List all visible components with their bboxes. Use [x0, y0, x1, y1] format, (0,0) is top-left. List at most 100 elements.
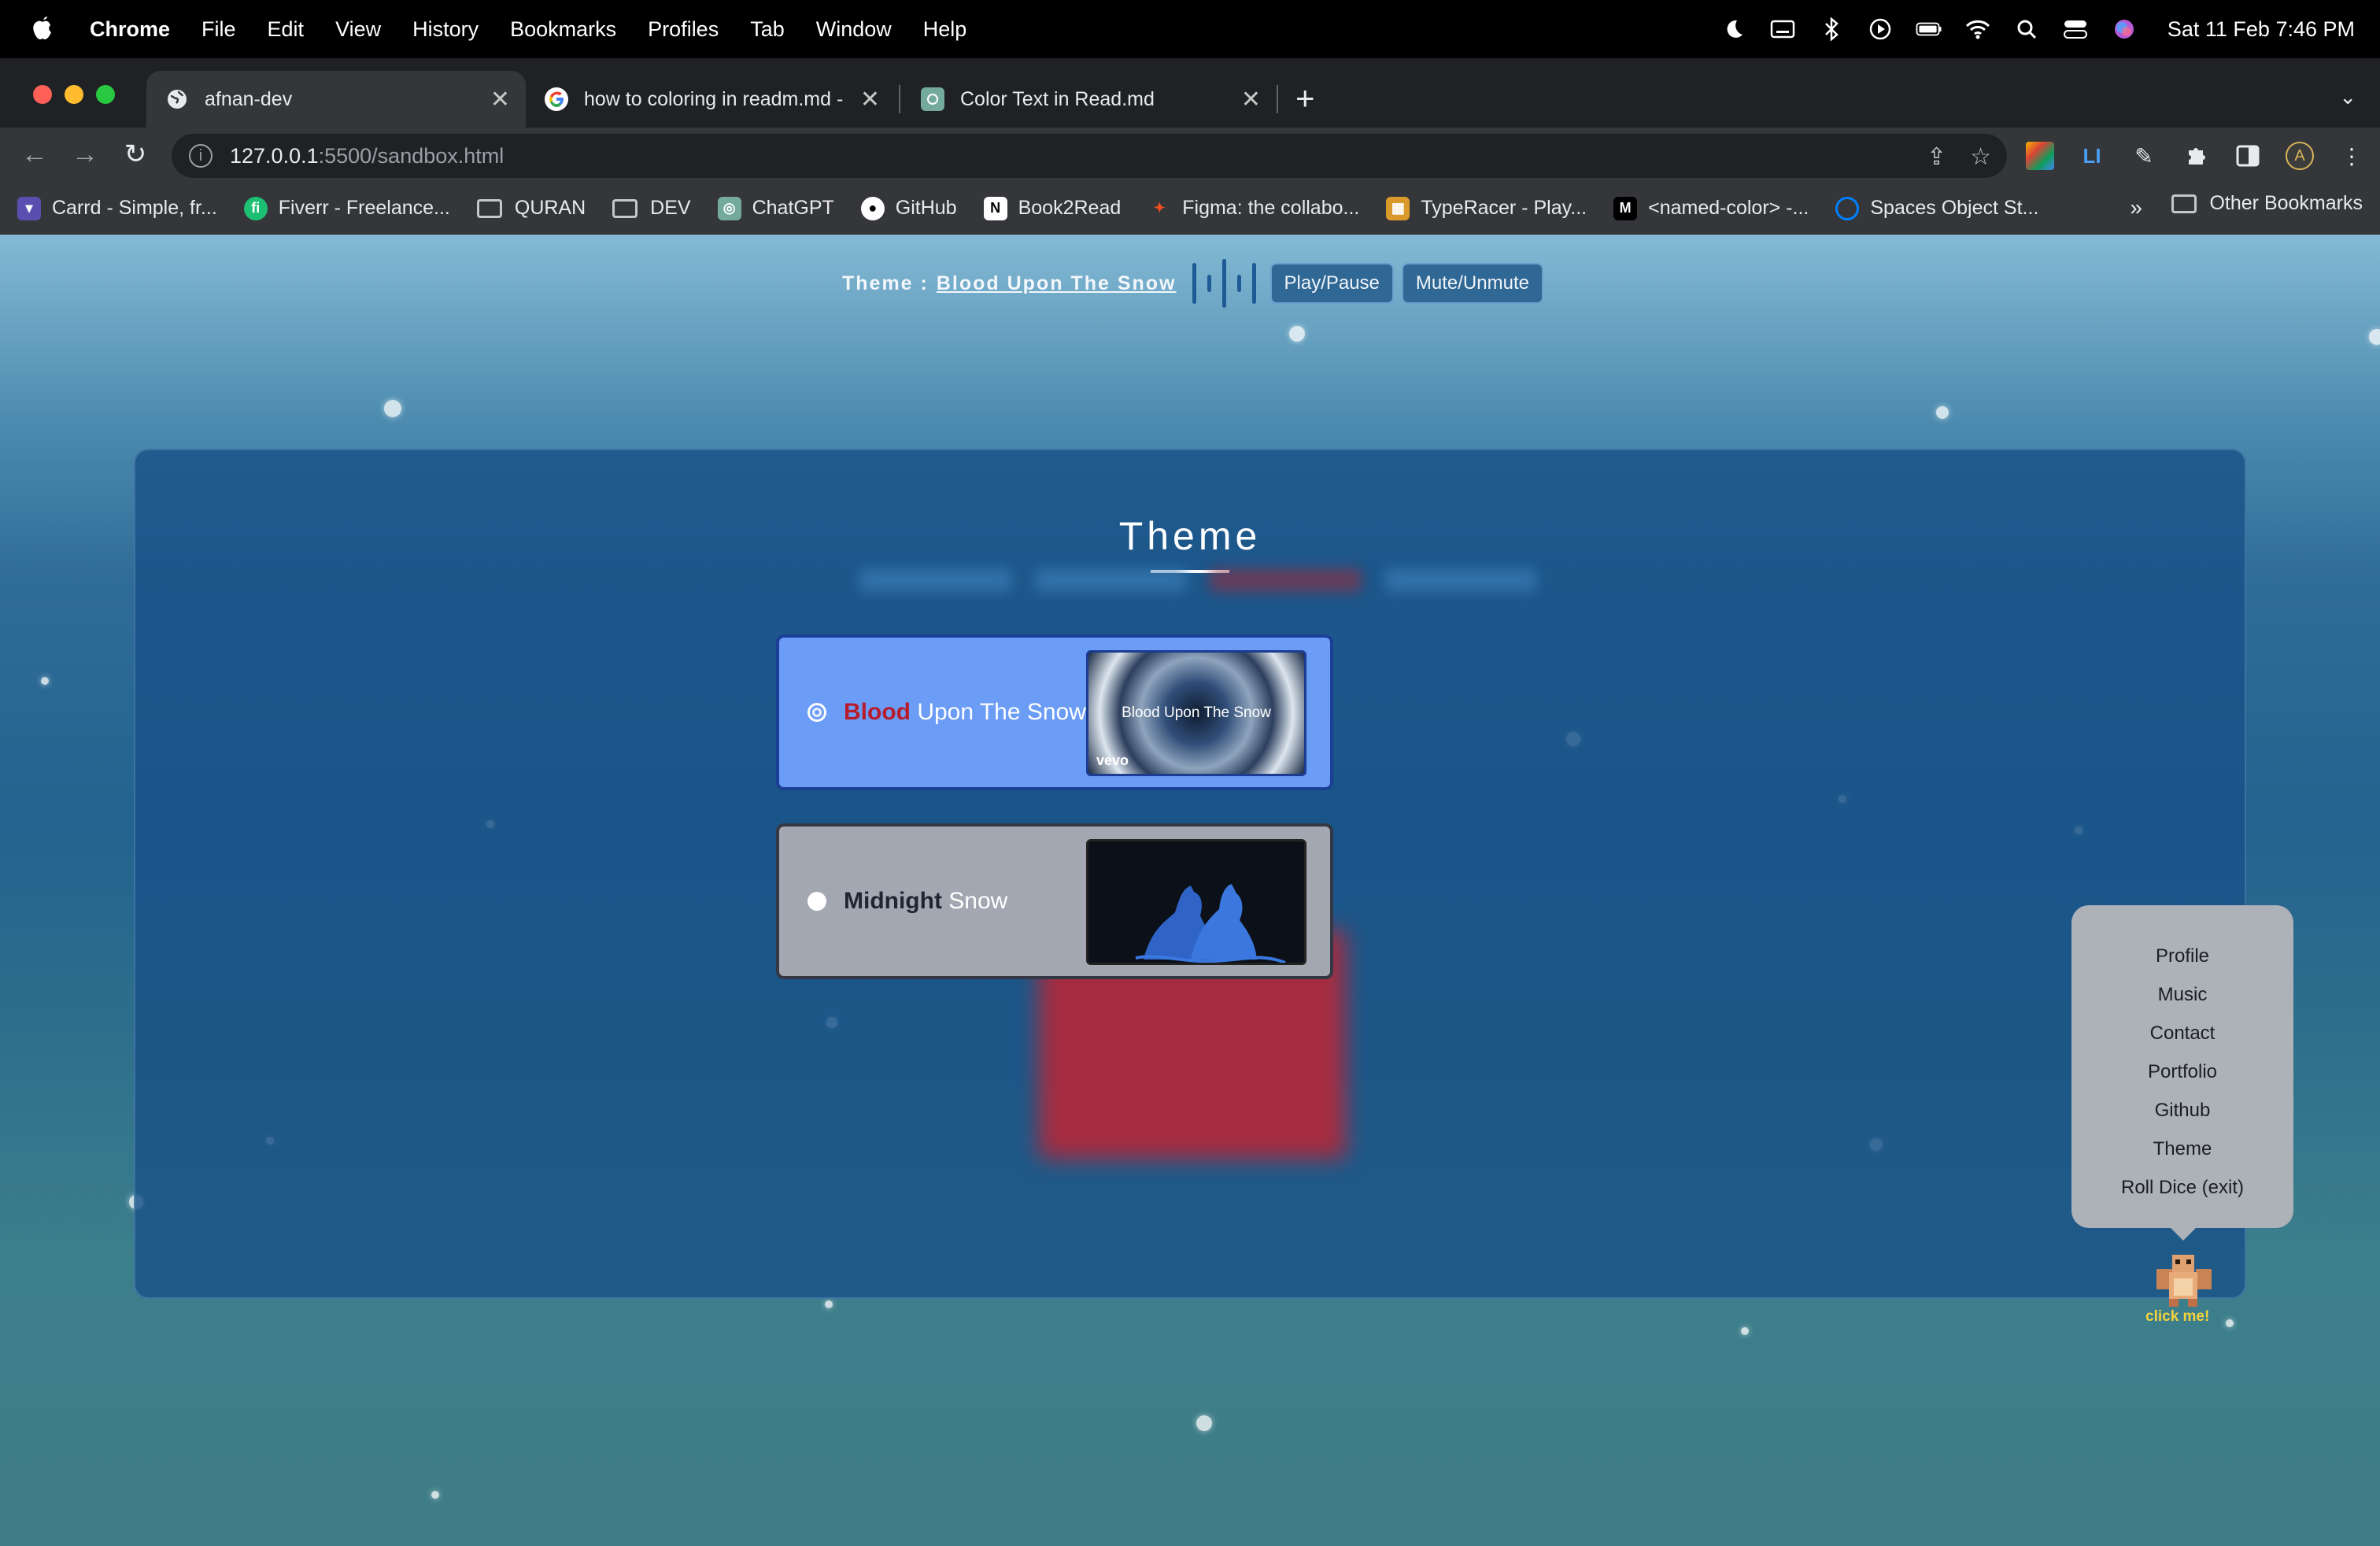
click-me-label[interactable]: click me! — [2145, 1308, 2209, 1326]
chatgpt-icon: ◎ — [717, 196, 741, 220]
dragon-mascot-icon[interactable] — [2149, 1250, 2219, 1313]
profile-avatar-icon[interactable]: A — [2286, 142, 2314, 170]
option-label: Blood Upon The Snow — [844, 699, 1086, 725]
play-circle-icon[interactable] — [1867, 16, 1894, 43]
menu-link-github[interactable]: Github — [2071, 1091, 2293, 1130]
globe-icon — [165, 87, 189, 111]
keyboard-icon[interactable] — [1769, 16, 1796, 43]
bookmark-figma[interactable]: ✦ Figma: the collabo... — [1148, 197, 1360, 220]
tab-search-chevron-icon[interactable]: ⌄ — [2339, 85, 2356, 109]
tab-afnan-dev[interactable]: afnan-dev ✕ — [146, 71, 526, 128]
blurred-tab — [1384, 568, 1536, 592]
close-tab-icon[interactable]: ✕ — [1241, 86, 1261, 113]
bluetooth-icon[interactable] — [1818, 16, 1845, 43]
mute-unmute-button[interactable]: Mute/Unmute — [1401, 263, 1543, 304]
browser-window: afnan-dev ✕ how to coloring in readm.md … — [0, 58, 2380, 235]
maximize-window-button[interactable] — [96, 85, 115, 104]
forward-arrow-icon[interactable]: → — [69, 139, 101, 170]
side-panel-icon[interactable] — [2234, 142, 2262, 170]
new-tab-icon[interactable]: + — [1295, 82, 1315, 115]
radio-button-selected[interactable] — [808, 703, 826, 722]
browser-toolbar: ← → ↻ i 127.0.0.1:5500/sandbox.html ⇪ ☆ … — [0, 128, 2380, 183]
bookmark-spaces[interactable]: Spaces Object St... — [1835, 196, 2038, 220]
audio-bar — [1207, 275, 1211, 292]
linkedin-extension-icon[interactable]: LI — [2078, 142, 2106, 170]
close-tab-icon[interactable]: ✕ — [860, 86, 880, 113]
control-center-icon[interactable] — [2062, 16, 2089, 43]
radio-button[interactable] — [808, 892, 826, 911]
menu-profiles[interactable]: Profiles — [632, 17, 734, 42]
menu-link-roll-dice[interactable]: Roll Dice (exit) — [2071, 1168, 2293, 1207]
bookmark-github[interactable]: ● GitHub — [860, 196, 957, 220]
snowflake — [431, 1491, 439, 1499]
bookmark-book2read[interactable]: N Book2Read — [983, 196, 1121, 220]
snowflake — [41, 677, 49, 685]
other-bookmarks[interactable]: Other Bookmarks — [2171, 192, 2363, 215]
address-bar[interactable]: i 127.0.0.1:5500/sandbox.html ⇪ ☆ — [172, 134, 2007, 178]
menu-file[interactable]: File — [186, 17, 252, 42]
reload-icon[interactable]: ↻ — [120, 139, 151, 170]
kebab-menu-icon[interactable]: ⋮ — [2338, 142, 2366, 170]
midnight-snow-thumbnail — [1086, 839, 1306, 965]
bookmarks-overflow-button[interactable]: » — [2130, 195, 2142, 220]
bookmark-mdn[interactable]: M <named-color> -... — [1613, 196, 1809, 220]
tab-how-to-coloring[interactable]: how to coloring in readm.md - ✕ — [526, 71, 896, 128]
site-info-icon[interactable]: i — [189, 144, 213, 168]
moon-icon[interactable] — [1720, 16, 1747, 43]
pen-extension-icon[interactable]: ✎ — [2130, 142, 2158, 170]
snowflake — [1741, 1327, 1749, 1335]
wifi-icon[interactable] — [1964, 16, 1991, 43]
menu-edit[interactable]: Edit — [252, 17, 320, 42]
menu-help[interactable]: Help — [907, 17, 983, 42]
bookmark-carrd[interactable]: ▾ Carrd - Simple, fr... — [17, 196, 217, 220]
share-icon[interactable]: ⇪ — [1927, 143, 1946, 171]
chatgpt-icon — [921, 87, 944, 111]
bookmark-folder-dev[interactable]: DEV — [612, 197, 691, 220]
option-label: Midnight Snow — [844, 888, 1008, 914]
bookmarks-bar: ▾ Carrd - Simple, fr... fi Fiverr - Freela… — [0, 183, 2380, 235]
close-window-button[interactable] — [33, 85, 52, 104]
theme-option-midnight-snow[interactable]: Midnight Snow — [776, 823, 1333, 979]
folder-icon — [476, 198, 502, 218]
bookmark-typeracer[interactable]: ▦ TypeRacer - Play... — [1386, 196, 1587, 220]
play-pause-button[interactable]: Play/Pause — [1269, 263, 1394, 304]
menu-link-music[interactable]: Music — [2071, 975, 2293, 1014]
bookmark-star-icon[interactable]: ☆ — [1970, 143, 1991, 171]
blood-upon-the-snow-thumbnail: Blood Upon The Snow vevo — [1086, 650, 1306, 776]
fiverr-icon: fi — [243, 196, 268, 220]
apple-icon[interactable] — [28, 15, 57, 43]
bookmark-folder-quran[interactable]: QURAN — [476, 197, 586, 220]
menu-link-profile[interactable]: Profile — [2071, 937, 2293, 975]
carrd-icon: ▾ — [17, 196, 41, 220]
bookmark-fiverr[interactable]: fi Fiverr - Freelance... — [243, 196, 450, 220]
minimize-window-button[interactable] — [65, 85, 83, 104]
color-picker-extension-icon[interactable] — [2026, 142, 2054, 170]
theme-option-blood-upon-the-snow[interactable]: Blood Upon The Snow Blood Upon The Snow … — [776, 634, 1333, 790]
url-text[interactable]: 127.0.0.1:5500/sandbox.html — [230, 144, 504, 168]
theme-audio-bar: Theme : Blood Upon The Snow Play/Pause M… — [842, 258, 1551, 309]
menu-link-contact[interactable]: Contact — [2071, 1014, 2293, 1052]
close-tab-icon[interactable]: ✕ — [490, 86, 510, 113]
tab-title: afnan-dev — [205, 87, 293, 110]
bookmark-chatgpt[interactable]: ◎ ChatGPT — [717, 196, 834, 220]
tab-color-text[interactable]: Color Text in Read.md ✕ — [902, 71, 1277, 128]
menu-link-portfolio[interactable]: Portfolio — [2071, 1052, 2293, 1091]
snowflake — [2369, 329, 2380, 345]
puzzle-icon[interactable] — [2182, 142, 2210, 170]
battery-icon[interactable] — [1916, 16, 1942, 43]
menu-tab[interactable]: Tab — [734, 17, 800, 42]
current-theme-link[interactable]: Blood Upon The Snow — [937, 272, 1177, 295]
back-arrow-icon[interactable]: ← — [19, 139, 50, 170]
menu-app-chrome[interactable]: Chrome — [76, 17, 186, 42]
siri-icon[interactable] — [2111, 16, 2138, 43]
menu-history[interactable]: History — [397, 17, 494, 42]
menu-view[interactable]: View — [320, 17, 397, 42]
menu-window[interactable]: Window — [800, 17, 907, 42]
figma-icon: ✦ — [1153, 200, 1166, 216]
thumbnail-title: Blood Upon The Snow — [1122, 705, 1271, 721]
menu-bookmarks[interactable]: Bookmarks — [494, 17, 632, 42]
spotlight-search-icon[interactable] — [2013, 16, 2040, 43]
menubar-clock[interactable]: Sat 11 Feb 7:46 PM — [2168, 17, 2355, 42]
blurred-background-tabs — [859, 568, 1536, 600]
menu-link-theme[interactable]: Theme — [2071, 1130, 2293, 1168]
